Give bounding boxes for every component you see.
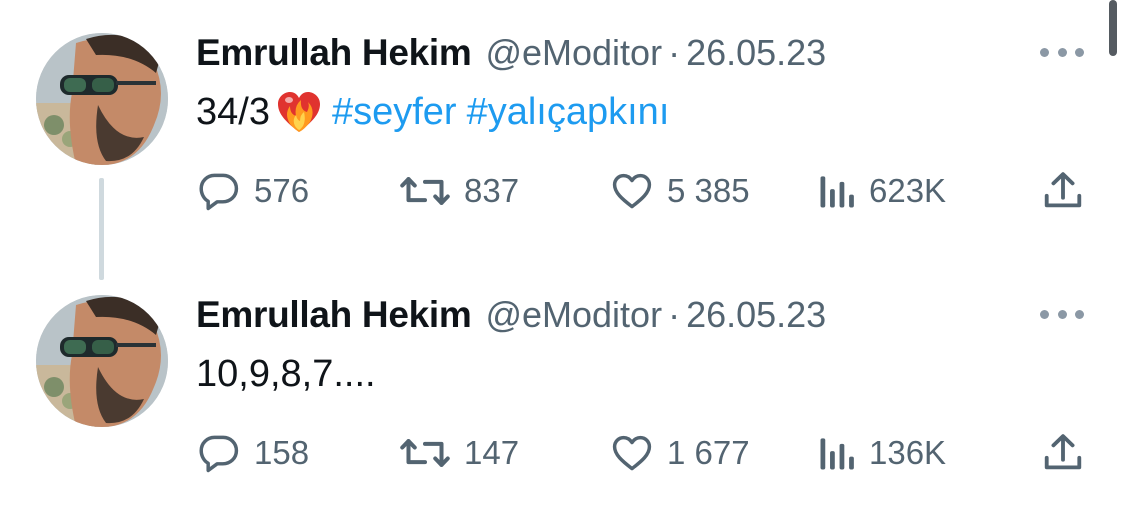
- tweet-text-main: 34/3: [196, 91, 270, 133]
- like-count: 5 385: [667, 172, 750, 209]
- like-button[interactable]: 5 385: [609, 166, 750, 216]
- reply-count: 158: [254, 434, 310, 471]
- views-bar-chart-icon: [820, 176, 854, 208]
- tweet-text: 34/3 #seyfer #yalıçapkını: [196, 86, 669, 138]
- views-button[interactable]: 623K: [817, 166, 946, 216]
- like-count: 1 677: [667, 434, 750, 471]
- share-upload-icon: [1044, 172, 1082, 208]
- tweet-text: 10,9,8,7....: [196, 348, 376, 400]
- separator-dot: ·: [668, 294, 681, 335]
- retweet-button[interactable]: 147: [398, 428, 519, 478]
- view-count: 623K: [869, 172, 947, 209]
- view-count: 136K: [869, 434, 947, 471]
- separator-dot: ·: [668, 32, 681, 73]
- author-name[interactable]: Emrullah Hekim: [196, 32, 472, 74]
- retweet-button[interactable]: 837: [398, 166, 519, 216]
- share-button[interactable]: [1040, 428, 1086, 478]
- retweet-count: 837: [464, 172, 520, 209]
- retweet-count: 147: [464, 434, 520, 471]
- reply-button[interactable]: 576: [196, 166, 309, 216]
- share-button[interactable]: [1040, 166, 1086, 216]
- tweet-header: Emrullah Hekim @eModitor · 26.05.23: [196, 292, 826, 338]
- heart-on-fire-emoji-icon: [277, 92, 320, 132]
- reply-button[interactable]: 158: [196, 428, 309, 478]
- like-button[interactable]: 1 677: [609, 428, 750, 478]
- retweet-icon: [400, 439, 450, 467]
- reply-icon: [199, 173, 239, 211]
- scrollbar[interactable]: [1109, 0, 1117, 56]
- tweet-date[interactable]: 26.05.23: [686, 294, 826, 336]
- heart-icon: [612, 173, 652, 209]
- reply-icon: [199, 435, 239, 473]
- share-upload-icon: [1044, 434, 1082, 470]
- tweet-date[interactable]: 26.05.23: [686, 32, 826, 74]
- hashtag-link[interactable]: #seyfer: [332, 86, 457, 138]
- retweet-icon: [400, 177, 450, 205]
- hashtag-link[interactable]: #yalıçapkını: [467, 86, 670, 138]
- views-button[interactable]: 136K: [817, 428, 946, 478]
- more-dots-icon[interactable]: [1040, 304, 1084, 324]
- tweet-actions: 158 147 1 677 136K: [0, 428, 1125, 478]
- avatar-photo: [36, 33, 168, 165]
- author-handle[interactable]: @eModitor: [485, 32, 662, 74]
- author-handle[interactable]: @eModitor: [485, 294, 662, 336]
- tweet-header: Emrullah Hekim @eModitor · 26.05.23: [196, 30, 826, 76]
- tweet-actions: 576 837 5 385 623K: [0, 166, 1125, 216]
- avatar[interactable]: [36, 295, 168, 427]
- views-bar-chart-icon: [820, 438, 854, 470]
- reply-count: 576: [254, 172, 310, 209]
- heart-icon: [612, 435, 652, 471]
- avatar-photo: [36, 295, 168, 427]
- avatar[interactable]: [36, 33, 168, 165]
- author-name[interactable]: Emrullah Hekim: [196, 294, 472, 336]
- more-dots-icon[interactable]: [1040, 42, 1084, 62]
- tweet-text-main: 10,9,8,7....: [196, 353, 376, 395]
